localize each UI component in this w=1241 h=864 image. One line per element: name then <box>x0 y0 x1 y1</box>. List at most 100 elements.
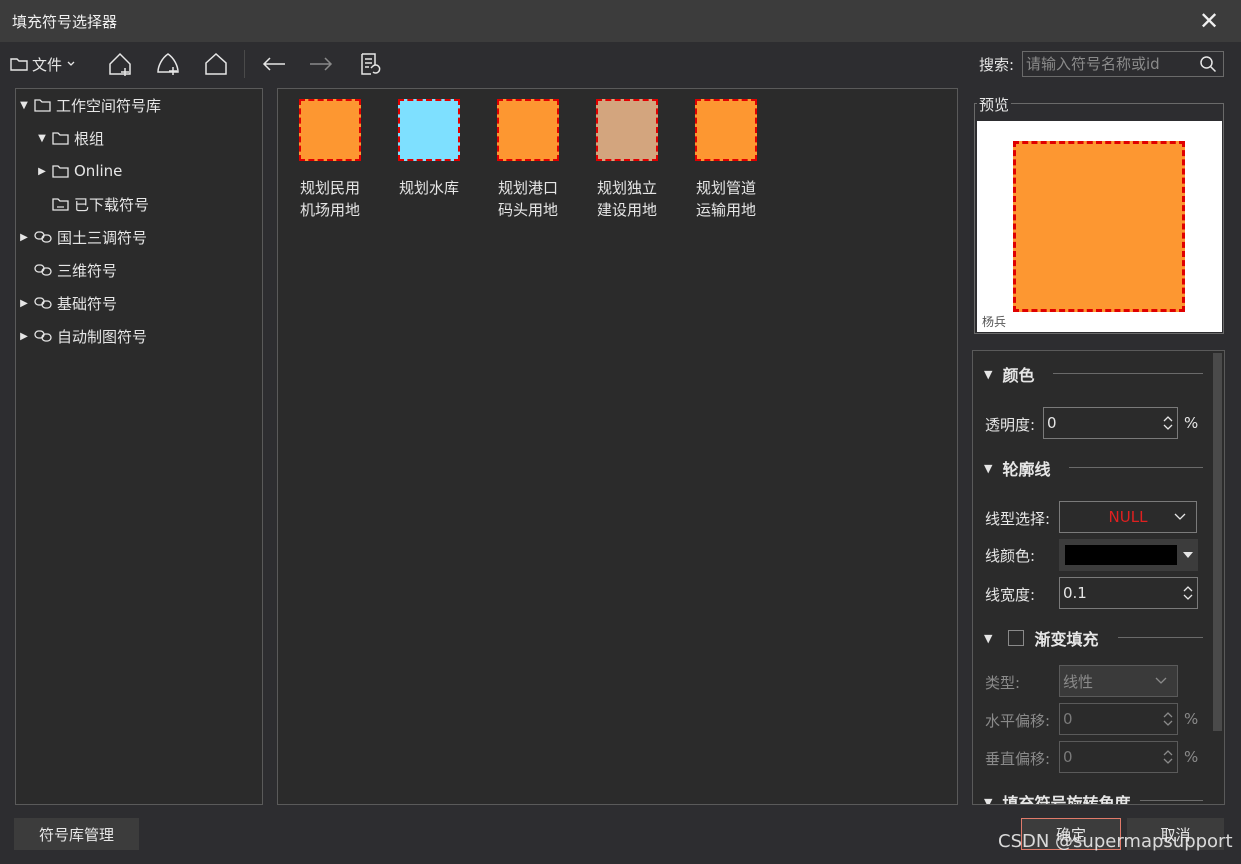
transparency-input[interactable] <box>1044 408 1159 438</box>
spin-arrows[interactable] <box>1159 704 1177 734</box>
search-box <box>1022 51 1224 77</box>
search-button[interactable] <box>1193 52 1223 76</box>
transparency-label: 透明度: <box>985 416 1036 434</box>
folder-icon <box>52 131 69 145</box>
v-offset-label: 垂直偏移: <box>985 750 1051 768</box>
caret-down-icon[interactable]: ▼ <box>19 100 29 111</box>
chevron-up-icon[interactable] <box>1163 750 1173 756</box>
search-icon <box>1200 56 1217 73</box>
line-width-input[interactable] <box>1060 578 1179 608</box>
add-library-button[interactable] <box>104 48 136 80</box>
gradient-section-header: ▼ 渐变填充 <box>984 626 1098 650</box>
symbol-swatch <box>596 99 658 161</box>
line-color-label: 线颜色: <box>985 547 1036 565</box>
caret-right-icon[interactable]: ▶ <box>19 298 29 309</box>
tree-item-label: 根组 <box>74 129 105 148</box>
h-offset-input[interactable] <box>1060 704 1159 734</box>
tree-item-workspace-library[interactable]: ▼ 工作空间符号库 <box>19 93 161 117</box>
line-width-spinbox <box>1059 577 1198 609</box>
chevron-down-icon[interactable] <box>1163 720 1173 726</box>
symbol-label: 规划独立建设用地 <box>596 179 657 219</box>
caret-right-icon[interactable]: ▶ <box>19 331 29 342</box>
spin-arrows[interactable] <box>1179 578 1197 608</box>
symbol-item[interactable]: 规划管道运输用地 <box>686 99 766 221</box>
link-icon <box>34 231 52 243</box>
caret-down-icon[interactable]: ▼ <box>984 632 992 645</box>
tree-item-land-survey[interactable]: ▶ 国土三调符号 <box>19 225 147 249</box>
symbol-label: 规划民用机场用地 <box>299 179 360 219</box>
history-list-icon <box>361 53 381 75</box>
tree-item-auto-mapping[interactable]: ▶ 自动制图符号 <box>19 324 147 348</box>
chevron-up-icon[interactable] <box>1163 712 1173 718</box>
forward-button[interactable] <box>305 48 337 80</box>
symbol-item[interactable]: 规划民用机场用地 <box>290 99 370 221</box>
search-label: 搜索: <box>979 56 1015 74</box>
file-menu-label: 文件 <box>32 55 63 74</box>
percent-unit: % <box>1184 748 1199 766</box>
back-button[interactable] <box>258 48 290 80</box>
line-type-label: 线型选择: <box>985 510 1051 528</box>
gradient-checkbox[interactable] <box>1008 630 1025 646</box>
caret-down-icon[interactable]: ▼ <box>37 133 47 144</box>
tree-item-label: 已下载符号 <box>74 195 150 214</box>
h-offset-spinbox <box>1059 703 1178 735</box>
tree-item-label: Online <box>74 162 123 180</box>
rotation-section-header[interactable]: ▼ 填充符号旋转角度 <box>984 790 1130 804</box>
scrollbar-thumb[interactable] <box>1213 353 1222 731</box>
home-button[interactable] <box>200 48 232 80</box>
window-title: 填充符号选择器 <box>12 13 118 31</box>
chevron-down-icon[interactable] <box>1183 594 1193 600</box>
add-group-button[interactable] <box>152 48 184 80</box>
tree-item-3d-symbols[interactable]: 三维符号 <box>34 258 117 282</box>
home-icon <box>205 52 227 75</box>
preview-swatch <box>1013 141 1185 312</box>
percent-unit: % <box>1184 414 1199 432</box>
file-menu[interactable]: 文件 <box>10 48 92 80</box>
tree-item-label: 国土三调符号 <box>57 228 148 247</box>
folder-icon <box>10 58 28 71</box>
gradient-type-select[interactable]: 线性 <box>1059 665 1178 697</box>
tree-item-online[interactable]: ▶ Online <box>37 159 122 183</box>
symbol-label: 规划港口码头用地 <box>497 179 558 219</box>
symbol-item[interactable]: 规划港口码头用地 <box>488 99 568 221</box>
spin-arrows[interactable] <box>1159 742 1177 772</box>
caret-right-icon[interactable]: ▶ <box>37 166 47 177</box>
section-title: 填充符号旋转角度 <box>1002 794 1131 804</box>
spin-arrows[interactable] <box>1159 408 1177 438</box>
symbol-item[interactable]: 规划独立建设用地 <box>587 99 667 221</box>
outline-section-header[interactable]: ▼ 轮廓线 <box>984 456 1050 480</box>
symbol-swatch <box>497 99 559 161</box>
symbol-swatch <box>695 99 757 161</box>
arrow-left-icon <box>262 57 285 71</box>
preview-title: 预览 <box>977 94 1012 115</box>
color-section-header[interactable]: ▼ 颜色 <box>984 362 1034 386</box>
section-divider <box>1053 373 1203 374</box>
v-offset-input[interactable] <box>1060 742 1159 772</box>
chevron-down-icon[interactable] <box>1163 424 1173 430</box>
chevron-up-icon[interactable] <box>1183 586 1193 592</box>
section-divider <box>1069 467 1203 468</box>
tree-item-basic-symbols[interactable]: ▶ 基础符号 <box>19 291 117 315</box>
folder-icon <box>34 98 51 112</box>
search-input[interactable] <box>1023 52 1193 76</box>
line-color-picker[interactable] <box>1059 539 1198 571</box>
tree-item-root-group[interactable]: ▼ 根组 <box>37 126 104 150</box>
section-title: 颜色 <box>1002 366 1035 385</box>
chevron-down-icon[interactable] <box>1163 758 1173 764</box>
gradient-type-value: 线性 <box>1063 672 1094 691</box>
caret-right-icon[interactable]: ▶ <box>19 232 29 243</box>
close-icon[interactable]: ✕ <box>1196 7 1222 35</box>
line-type-select[interactable]: NULL <box>1059 501 1197 533</box>
chevron-down-icon <box>1174 513 1186 520</box>
symbol-library-manage-button[interactable]: 符号库管理 <box>14 818 139 850</box>
symbol-item[interactable]: 规划水库 <box>389 99 469 199</box>
caret-down-icon <box>1183 552 1193 558</box>
chevron-up-icon[interactable] <box>1163 416 1173 422</box>
history-button[interactable] <box>354 48 386 80</box>
caret-down-icon: ▼ <box>984 795 993 805</box>
section-divider <box>1140 800 1203 801</box>
h-offset-label: 水平偏移: <box>985 712 1051 730</box>
folder-icon <box>52 164 69 178</box>
folder-icon <box>52 197 69 211</box>
tree-item-downloaded[interactable]: 已下载符号 <box>52 192 149 216</box>
